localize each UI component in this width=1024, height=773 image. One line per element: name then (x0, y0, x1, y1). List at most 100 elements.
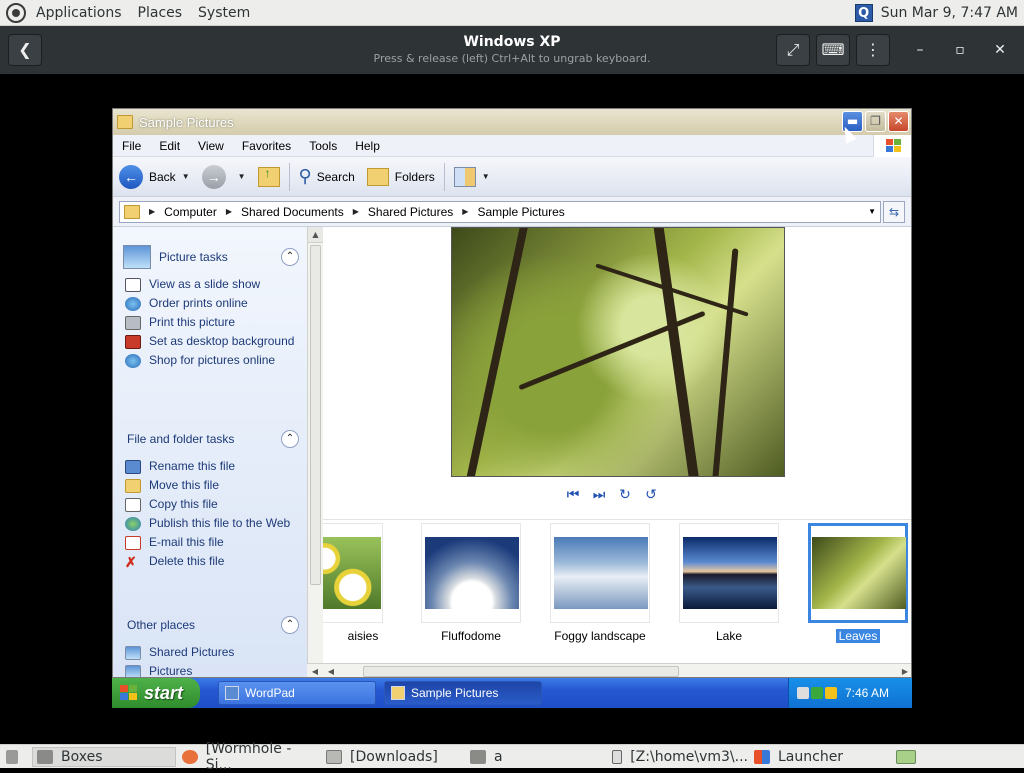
views-button[interactable]: ▼ (448, 161, 496, 193)
back-button[interactable]: ❮ (8, 34, 42, 66)
thumbnail-label: aisies (347, 629, 379, 643)
close-icon: ✕ (994, 42, 1006, 58)
keyboard-button[interactable]: ⌨ (816, 34, 850, 66)
horizontal-scrollbar[interactable]: ◀ ◀ ▶ (307, 663, 911, 677)
folders-button[interactable]: Folders (361, 161, 441, 193)
rotate-clockwise-icon[interactable]: ↻ (615, 485, 635, 505)
scroll-left-icon[interactable]: ◀ (323, 664, 339, 677)
scroll-right-icon[interactable]: ▶ (897, 664, 911, 677)
crumb-shared-documents[interactable]: Shared Documents (241, 205, 344, 219)
folder-icon (366, 167, 389, 186)
address-dropdown-icon[interactable]: ▼ (868, 207, 876, 216)
thumbnail-fluffodome[interactable]: Fluffodome (421, 523, 521, 643)
thumbnail-image (425, 537, 519, 609)
crumb-arrow-icon: ▶ (225, 207, 232, 216)
scroll-up-icon[interactable]: ▲ (308, 227, 323, 243)
rename-icon (125, 460, 141, 474)
applications-menu[interactable]: Applications (30, 5, 128, 21)
task-delete[interactable]: ✗ Delete this file (123, 554, 299, 569)
task-publish[interactable]: Publish this file to the Web (123, 516, 299, 531)
group-header[interactable]: Picture tasks ⌃ (123, 243, 299, 271)
taskbar-launcher[interactable]: Launcher (750, 747, 890, 767)
collapse-chevron-icon[interactable]: ⌃ (281, 616, 299, 634)
address-input[interactable]: ▶ Computer ▶ Shared Documents ▶ Shared P… (119, 200, 881, 223)
task-move[interactable]: Move this file (123, 478, 299, 493)
xp-titlebar[interactable]: Sample Pictures ▬ ❐ ✕ (113, 109, 911, 135)
show-desktop-button[interactable] (2, 747, 26, 767)
taskbar-wine-explorer[interactable]: [Z:\home\vm3\... (608, 747, 748, 767)
maximize-window-button[interactable]: ▫ (948, 38, 972, 62)
security-icon[interactable] (825, 687, 837, 699)
places-menu[interactable]: Places (132, 5, 189, 21)
task-copy[interactable]: Copy this file (123, 497, 299, 512)
system-menu[interactable]: System (192, 5, 256, 21)
thumbnail-leaves[interactable]: Leaves (808, 523, 908, 643)
thumbnail-lake[interactable]: Lake (679, 523, 779, 643)
preview-image[interactable] (451, 227, 785, 477)
taskbar-downloads[interactable]: [Downloads] (322, 747, 464, 767)
thumbnail-daisies[interactable]: aisies (323, 523, 383, 643)
launcher-icon (754, 750, 770, 764)
collapse-chevron-icon[interactable]: ⌃ (281, 430, 299, 448)
task-rename[interactable]: Rename this file (123, 459, 299, 474)
up-button[interactable]: ↑ (252, 161, 286, 193)
task-slide-show[interactable]: View as a slide show (123, 277, 299, 292)
scrollbar-thumb[interactable] (310, 245, 321, 585)
menu-edit[interactable]: Edit (150, 139, 189, 153)
taskbar-wordpad[interactable]: WordPad (218, 681, 376, 705)
task-order-prints[interactable]: Order prints online (123, 296, 299, 311)
volume-icon[interactable] (797, 687, 809, 699)
task-print-picture[interactable]: Print this picture (123, 315, 299, 330)
thumbnail-foggy-landscape[interactable]: Foggy landscape (550, 523, 650, 643)
fullscreen-button[interactable]: ⤢ (776, 34, 810, 66)
scroll-left-icon[interactable]: ◀ (307, 664, 323, 677)
scrollbar-thumb[interactable] (363, 666, 679, 677)
crumb-computer[interactable]: Computer (164, 205, 217, 219)
back-label: Back (149, 169, 176, 184)
dropdown-arrow-icon[interactable]: ▼ (238, 172, 246, 181)
group-header[interactable]: File and folder tasks ⌃ (123, 425, 299, 453)
menu-button[interactable]: ⋮ (856, 34, 890, 66)
collapse-chevron-icon[interactable]: ⌃ (281, 248, 299, 266)
xp-close-button[interactable]: ✕ (888, 111, 909, 132)
crumb-shared-pictures[interactable]: Shared Pictures (368, 205, 453, 219)
rotate-counterclockwise-icon[interactable]: ↺ (641, 485, 661, 505)
dropdown-arrow-icon[interactable]: ▼ (182, 172, 190, 181)
search-button[interactable]: ⚲ Search (293, 161, 361, 193)
panel-clock[interactable]: Sun Mar 9, 7:47 AM (881, 5, 1018, 21)
next-image-icon[interactable]: ⏭ (589, 485, 609, 505)
menu-favorites[interactable]: Favorites (233, 139, 300, 153)
menu-view[interactable]: View (189, 139, 233, 153)
crumb-sample-pictures[interactable]: Sample Pictures (477, 205, 564, 219)
taskbar-a[interactable]: a (466, 747, 606, 767)
place-shared-pictures[interactable]: Shared Pictures (123, 645, 299, 660)
taskbar-boxes[interactable]: Boxes (32, 747, 176, 767)
tray-app-icon[interactable]: Q (854, 3, 873, 22)
workspace-switcher[interactable] (892, 747, 924, 767)
task-pane: Picture tasks ⌃ View as a slide show Ord… (113, 227, 307, 677)
task-shop-pictures[interactable]: Shop for pictures online (123, 353, 299, 368)
close-window-button[interactable]: ✕ (988, 38, 1012, 62)
place-pictures[interactable]: Pictures (123, 664, 299, 677)
menu-tools[interactable]: Tools (300, 139, 346, 153)
group-header[interactable]: Other places ⌃ (123, 611, 299, 639)
network-icon[interactable] (811, 687, 823, 699)
boxes-icon (37, 750, 53, 764)
menu-file[interactable]: File (113, 139, 150, 153)
task-email[interactable]: E-mail this file (123, 535, 299, 550)
xp-clock[interactable]: 7:46 AM (845, 686, 889, 700)
menu-help[interactable]: Help (346, 139, 389, 153)
xp-restore-button[interactable]: ❐ (865, 111, 886, 132)
taskbar-sample-pictures[interactable]: Sample Pictures (384, 681, 542, 705)
task-set-desktop[interactable]: Set as desktop background (123, 334, 299, 349)
task-label: Rename this file (149, 459, 236, 473)
task-pane-scrollbar[interactable]: ▲ (307, 227, 323, 677)
forward-button[interactable]: → ▼ (196, 161, 252, 193)
minimize-window-button[interactable]: – (908, 38, 932, 62)
task-label: WordPad (245, 686, 295, 700)
go-button[interactable]: ⇆ (883, 200, 905, 223)
back-button[interactable]: ← Back ▼ (113, 161, 196, 193)
previous-image-icon[interactable]: ⏮ (563, 485, 583, 505)
start-button[interactable]: start (112, 678, 200, 708)
taskbar-wormhole[interactable]: [Wormhole - Si... (178, 741, 320, 773)
